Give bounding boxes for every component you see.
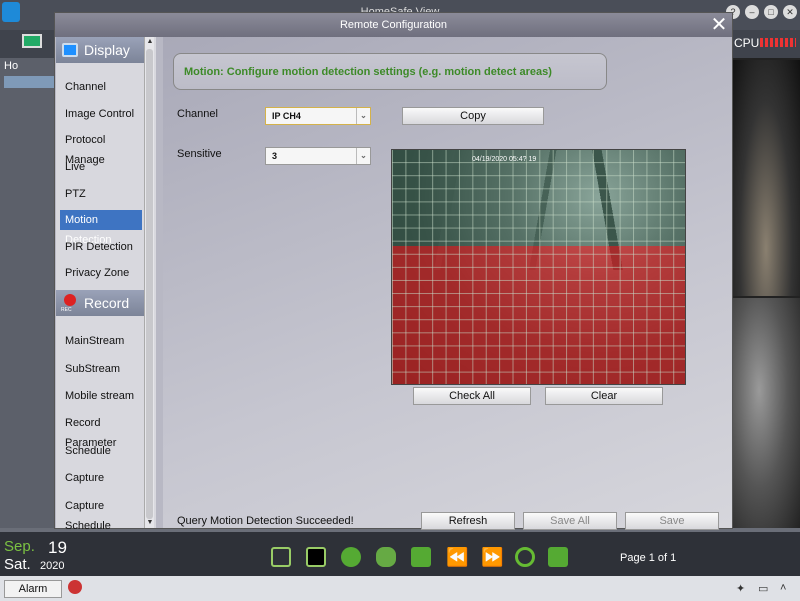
device-tree — [0, 58, 56, 528]
sensitive-select-value: 3 — [272, 151, 278, 161]
menu-item-live[interactable]: Live — [60, 157, 142, 177]
check-all-button[interactable]: Check All — [413, 387, 531, 405]
cpu-usage-bar — [760, 38, 796, 47]
scroll-up-icon[interactable]: ▲ — [145, 37, 155, 47]
menu-item-record-parameter[interactable]: Record Parameter — [60, 413, 142, 449]
remote-configuration-dialog: Remote Configuration ✕ Display Channel I… — [54, 12, 733, 532]
date-month: Sep. — [4, 538, 35, 555]
record-dot-icon — [64, 294, 76, 306]
date-day: 19 — [48, 538, 67, 557]
sensitive-label: Sensitive — [177, 148, 222, 160]
scrollbar-thumb[interactable] — [146, 49, 153, 519]
save-button[interactable]: Save — [625, 512, 719, 530]
refresh-cycle-icon[interactable] — [515, 547, 535, 567]
fullscreen-icon[interactable] — [271, 547, 291, 567]
alarm-button[interactable]: Alarm — [4, 580, 62, 598]
status-bar — [0, 576, 800, 601]
mute-speaker-icon[interactable] — [548, 547, 568, 567]
page-info: Page 1 of 1 — [620, 552, 677, 564]
copy-button[interactable]: Copy — [402, 107, 544, 125]
menu-item-mobile-stream[interactable]: Mobile stream — [60, 386, 142, 406]
refresh-button[interactable]: Refresh — [421, 512, 515, 530]
window-icon[interactable]: ▭ — [758, 582, 770, 595]
menu-section-record-label: Record — [84, 295, 130, 311]
camera-feed-2[interactable] — [732, 298, 800, 528]
info-banner: Motion: Configure motion detection setti… — [173, 53, 607, 90]
menu-item-capture[interactable]: Capture — [60, 468, 142, 488]
menu-item-mainstream[interactable]: MainStream — [60, 331, 142, 351]
menu-item-image-control[interactable]: Image Control — [60, 104, 142, 124]
menu-item-substream[interactable]: SubStream — [60, 359, 142, 379]
clear-button[interactable]: Clear — [545, 387, 663, 405]
date-display: Sep. 19 Sat. 2020 — [0, 536, 76, 576]
channel-select[interactable]: IP CH4 ⌄ — [265, 107, 371, 125]
menu-item-schedule[interactable]: Schedule — [60, 441, 142, 461]
stop-icon[interactable] — [341, 547, 361, 567]
date-year: 2020 — [40, 560, 65, 572]
pin-icon[interactable]: ✦ — [736, 582, 748, 595]
single-view-icon[interactable] — [306, 547, 326, 567]
motion-settings-panel: Motion: Configure motion detection setti… — [163, 37, 732, 530]
osd-timestamp: 04/19/2020 05:4? 19 — [472, 156, 537, 163]
scroll-down-icon[interactable]: ▼ — [145, 518, 155, 528]
menu-item-pir-detection[interactable]: PIR Detection — [60, 237, 142, 257]
dialog-title: Remote Configuration — [55, 13, 732, 37]
record-icon-label: REC — [61, 307, 72, 313]
camera-feed-1[interactable] — [732, 60, 800, 296]
alarm-off-icon[interactable] — [68, 580, 82, 594]
menu-scrollbar[interactable]: ▲ ▼ — [144, 37, 154, 528]
save-all-button[interactable]: Save All — [523, 512, 617, 530]
info-banner-text: Motion: Configure motion detection setti… — [184, 66, 552, 78]
menu-item-channel[interactable]: Channel — [60, 77, 142, 97]
playback-toolbar — [0, 532, 800, 576]
chevron-down-icon: ⌄ — [356, 148, 370, 164]
monitor-icon[interactable] — [22, 34, 42, 48]
close-icon[interactable]: ✕ — [709, 15, 729, 35]
menu-section-display[interactable]: Display — [56, 37, 144, 63]
rewind-icon[interactable]: ⏪ — [446, 547, 468, 567]
tree-item-device[interactable] — [4, 76, 54, 88]
menu-section-display-label: Display — [84, 42, 130, 58]
chevron-down-icon: ⌄ — [356, 108, 370, 124]
minimize-button[interactable]: – — [745, 5, 759, 19]
menu-section-record[interactable]: REC Record — [56, 290, 144, 316]
cpu-label: CPU — [734, 36, 760, 50]
chevron-up-icon[interactable]: ˄ — [780, 582, 792, 594]
channel-label: Channel — [177, 108, 218, 120]
config-menu: Display Channel Image Control Protocol M… — [56, 37, 156, 532]
status-message: Query Motion Detection Succeeded! — [177, 515, 354, 527]
menu-item-protocol-manage[interactable]: Protocol Manage — [60, 130, 142, 166]
tree-item-home[interactable]: Ho — [4, 60, 54, 74]
app-close-button[interactable]: ✕ — [783, 5, 797, 19]
menu-item-ptz[interactable]: PTZ — [60, 184, 142, 204]
camera-snapshot-icon[interactable] — [411, 547, 431, 567]
record-reel-icon[interactable] — [376, 547, 396, 567]
menu-item-motion-detection[interactable]: Motion Detection — [60, 210, 142, 246]
grid-cells[interactable] — [392, 150, 685, 384]
date-weekday: Sat. — [4, 556, 31, 573]
menu-item-privacy-zone[interactable]: Privacy Zone — [60, 263, 142, 283]
sensitive-select[interactable]: 3 ⌄ — [265, 147, 371, 165]
motion-area-grid[interactable]: 04/19/2020 05:4? 19 — [391, 149, 686, 385]
maximize-button[interactable]: □ — [764, 5, 778, 19]
fast-forward-icon[interactable]: ⏩ — [481, 547, 503, 567]
channel-select-value: IP CH4 — [272, 111, 301, 121]
menu-item-capture-schedule[interactable]: Capture Schedule — [60, 496, 142, 532]
display-monitor-icon — [62, 43, 78, 57]
